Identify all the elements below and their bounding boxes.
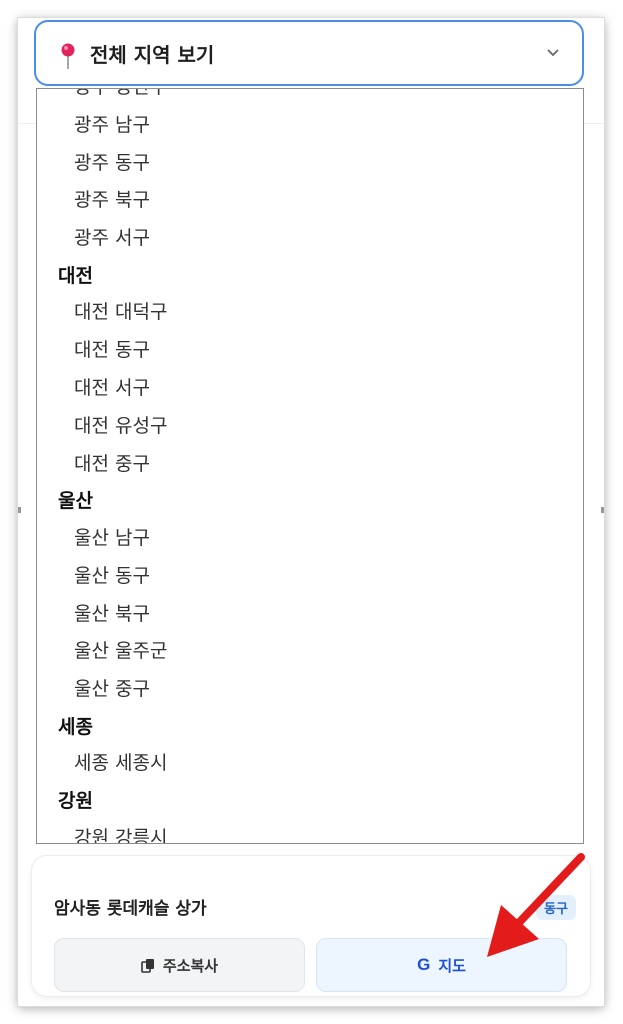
region-option[interactable]: 광주 북구 <box>37 182 583 220</box>
region-option[interactable]: 세종 세종시 <box>37 745 583 783</box>
region-option[interactable]: 광주 광산구 <box>37 89 583 107</box>
google-g-icon: G <box>417 955 431 974</box>
region-option[interactable]: 대전 중구 <box>37 446 583 484</box>
select-value: 전체 지역 보기 <box>90 43 215 67</box>
region-option[interactable]: 광주 서구 <box>37 220 583 258</box>
map-pin-icon <box>61 43 75 69</box>
copy-icon <box>141 958 154 973</box>
region-select[interactable]: 전체 지역 보기 <box>34 20 584 86</box>
copy-address-button[interactable]: 주소복사 <box>54 938 305 992</box>
copy-address-label: 주소복사 <box>162 956 219 975</box>
edge-marker-right <box>601 507 604 513</box>
region-option[interactable]: 대전 서구 <box>37 370 583 408</box>
region-option[interactable]: 울산 남구 <box>37 520 583 558</box>
region-option[interactable]: 울산 중구 <box>37 671 583 709</box>
region-option[interactable]: 강원 강릉시 <box>37 820 583 843</box>
option-group-label: 대전 <box>58 264 93 287</box>
region-option[interactable]: 광주 남구 <box>37 107 583 145</box>
options-scroll-area: 광주 광산구광주 남구광주 동구광주 북구광주 서구대전대전 대덕구대전 동구대… <box>37 89 583 843</box>
region-option[interactable]: 광주 동구 <box>37 145 583 183</box>
edge-marker-left <box>18 507 21 513</box>
app-window: 전체 지역 보기 광주 광산구광주 남구광주 동구광주 북구광주 서구대전대전 … <box>18 18 604 1006</box>
chevron-down-icon[interactable] <box>546 48 560 58</box>
region-options-list[interactable]: 광주 광산구광주 남구광주 동구광주 북구광주 서구대전대전 대덕구대전 동구대… <box>36 88 584 844</box>
map-button-label: 지도 <box>438 956 466 975</box>
option-group-label: 울산 <box>58 490 93 513</box>
region-option[interactable]: 울산 울주군 <box>37 633 583 671</box>
region-option[interactable]: 대전 대덕구 <box>37 294 583 332</box>
region-option[interactable]: 대전 유성구 <box>37 408 583 446</box>
red-arrow-icon <box>487 853 585 957</box>
region-option[interactable]: 울산 북구 <box>37 596 583 634</box>
region-option[interactable]: 대전 동구 <box>37 332 583 370</box>
region-option[interactable]: 울산 동구 <box>37 558 583 596</box>
option-group-label: 세종 <box>58 715 93 738</box>
store-name: 암사동 롯데캐슬 상가 <box>54 899 207 919</box>
option-group-label: 강원 <box>58 790 93 813</box>
